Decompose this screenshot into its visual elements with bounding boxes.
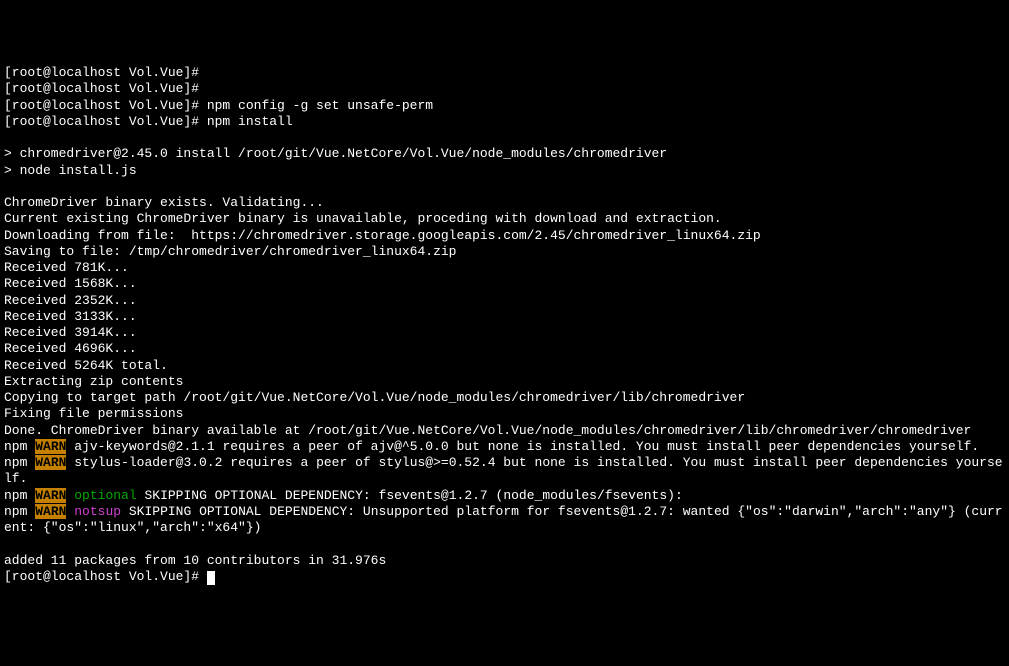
terminal-text: [root@localhost Vol.Vue]# xyxy=(4,81,199,96)
cursor xyxy=(207,571,215,585)
terminal-text: Received 5264K total. xyxy=(4,358,168,373)
terminal-line: ChromeDriver binary exists. Validating..… xyxy=(4,195,1005,211)
terminal-text: [root@localhost Vol.Vue]# npm install xyxy=(4,114,293,129)
terminal-text: WARN xyxy=(35,439,66,454)
terminal-line: [root@localhost Vol.Vue]# xyxy=(4,81,1005,97)
terminal-text: WARN xyxy=(35,488,66,503)
terminal-line xyxy=(4,536,1005,552)
terminal-line: Received 781K... xyxy=(4,260,1005,276)
terminal-text: [root@localhost Vol.Vue]# npm config -g … xyxy=(4,98,433,113)
terminal-line: Downloading from file: https://chromedri… xyxy=(4,228,1005,244)
terminal-text: > chromedriver@2.45.0 install /root/git/… xyxy=(4,146,667,161)
terminal-text xyxy=(66,504,74,519)
terminal-text: npm xyxy=(4,439,35,454)
terminal-line: Extracting zip contents xyxy=(4,374,1005,390)
terminal-text: Copying to target path /root/git/Vue.Net… xyxy=(4,390,745,405)
terminal-line: Received 2352K... xyxy=(4,293,1005,309)
terminal-text: added 11 packages from 10 contributors i… xyxy=(4,553,386,568)
terminal-output[interactable]: [root@localhost Vol.Vue]#[root@localhost… xyxy=(4,65,1005,585)
terminal-text: > node install.js xyxy=(4,163,137,178)
terminal-line: Copying to target path /root/git/Vue.Net… xyxy=(4,390,1005,406)
terminal-text: [root@localhost Vol.Vue]# xyxy=(4,65,199,80)
terminal-line: [root@localhost Vol.Vue]# npm install xyxy=(4,114,1005,130)
terminal-text: Received 2352K... xyxy=(4,293,137,308)
terminal-text: Received 3914K... xyxy=(4,325,137,340)
terminal-line: Fixing file permissions xyxy=(4,406,1005,422)
terminal-text: npm xyxy=(4,488,35,503)
terminal-line: Received 3133K... xyxy=(4,309,1005,325)
terminal-text: npm xyxy=(4,504,35,519)
terminal-text: [root@localhost Vol.Vue]# xyxy=(4,569,207,584)
terminal-line: ent: {"os":"linux","arch":"x64"}) xyxy=(4,520,1005,536)
terminal-text: notsup xyxy=(74,504,121,519)
terminal-line: > chromedriver@2.45.0 install /root/git/… xyxy=(4,146,1005,162)
terminal-text: ajv-keywords@2.1.1 requires a peer of aj… xyxy=(66,439,979,454)
terminal-line: Saving to file: /tmp/chromedriver/chrome… xyxy=(4,244,1005,260)
terminal-text: Received 781K... xyxy=(4,260,129,275)
terminal-line: npm WARN stylus-loader@3.0.2 requires a … xyxy=(4,455,1005,471)
terminal-text: ChromeDriver binary exists. Validating..… xyxy=(4,195,324,210)
terminal-text: Done. ChromeDriver binary available at /… xyxy=(4,423,971,438)
terminal-text: WARN xyxy=(35,455,66,470)
terminal-line: npm WARN optional SKIPPING OPTIONAL DEPE… xyxy=(4,488,1005,504)
terminal-text xyxy=(4,179,12,194)
terminal-text xyxy=(4,130,12,145)
terminal-text: Fixing file permissions xyxy=(4,406,183,421)
terminal-text: ent: {"os":"linux","arch":"x64"}) xyxy=(4,520,261,535)
terminal-text: optional xyxy=(74,488,136,503)
terminal-text: Received 1568K... xyxy=(4,276,137,291)
terminal-text: SKIPPING OPTIONAL DEPENDENCY: Unsupporte… xyxy=(121,504,1003,519)
terminal-line: Received 4696K... xyxy=(4,341,1005,357)
terminal-line: added 11 packages from 10 contributors i… xyxy=(4,553,1005,569)
terminal-text: stylus-loader@3.0.2 requires a peer of s… xyxy=(66,455,1002,470)
terminal-line: [root@localhost Vol.Vue]# xyxy=(4,569,1005,585)
terminal-line: Received 5264K total. xyxy=(4,358,1005,374)
terminal-text: SKIPPING OPTIONAL DEPENDENCY: fsevents@1… xyxy=(137,488,683,503)
terminal-text: WARN xyxy=(35,504,66,519)
terminal-line: Received 1568K... xyxy=(4,276,1005,292)
terminal-line: Done. ChromeDriver binary available at /… xyxy=(4,423,1005,439)
terminal-line: lf. xyxy=(4,471,1005,487)
terminal-line xyxy=(4,179,1005,195)
terminal-text: Saving to file: /tmp/chromedriver/chrome… xyxy=(4,244,456,259)
terminal-text: Current existing ChromeDriver binary is … xyxy=(4,211,722,226)
terminal-line: [root@localhost Vol.Vue]# xyxy=(4,65,1005,81)
terminal-line: [root@localhost Vol.Vue]# npm config -g … xyxy=(4,98,1005,114)
terminal-line: Received 3914K... xyxy=(4,325,1005,341)
terminal-line: Current existing ChromeDriver binary is … xyxy=(4,211,1005,227)
terminal-text: npm xyxy=(4,455,35,470)
terminal-text: Downloading from file: https://chromedri… xyxy=(4,228,761,243)
terminal-line: npm WARN ajv-keywords@2.1.1 requires a p… xyxy=(4,439,1005,455)
terminal-text: Extracting zip contents xyxy=(4,374,183,389)
terminal-line: npm WARN notsup SKIPPING OPTIONAL DEPEND… xyxy=(4,504,1005,520)
terminal-text xyxy=(4,536,12,551)
terminal-text: Received 3133K... xyxy=(4,309,137,324)
terminal-line: > node install.js xyxy=(4,163,1005,179)
terminal-text: lf. xyxy=(4,471,27,486)
terminal-line xyxy=(4,130,1005,146)
terminal-text: Received 4696K... xyxy=(4,341,137,356)
